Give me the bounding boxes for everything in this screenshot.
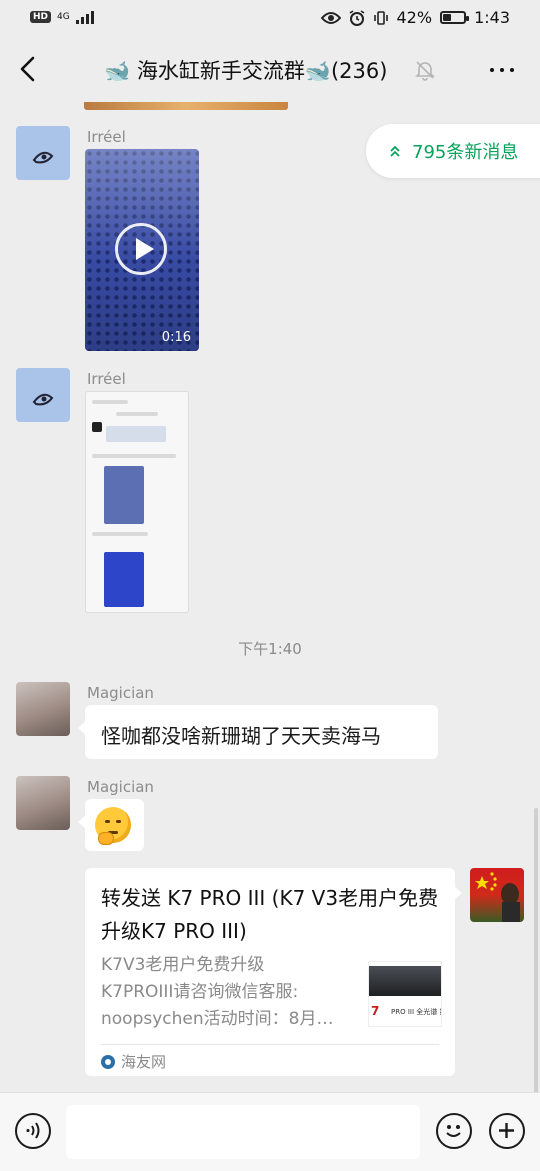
network-type: 4G bbox=[57, 11, 70, 22]
scrollbar[interactable] bbox=[534, 808, 538, 1093]
source-name: 海友网 bbox=[121, 1053, 167, 1071]
emoji-icon[interactable] bbox=[436, 1113, 472, 1149]
alarm-icon bbox=[349, 9, 364, 26]
voice-icon[interactable] bbox=[15, 1113, 51, 1149]
double-chevron-up-icon bbox=[390, 145, 400, 157]
flag-star-icon bbox=[475, 872, 520, 922]
sender-name: Magician bbox=[87, 684, 154, 702]
sender-name: Irréel bbox=[87, 370, 126, 388]
source-logo-icon bbox=[101, 1054, 115, 1069]
eye-icon bbox=[320, 11, 341, 24]
card-description: K7V3老用户免费升级 K7PROIII请咨询微信客服: noopsychen活… bbox=[101, 952, 353, 1033]
avatar-sketch-icon bbox=[32, 151, 54, 164]
back-chevron-icon[interactable] bbox=[14, 54, 44, 84]
thinking-face-emoji-icon bbox=[95, 807, 131, 845]
message-input[interactable] bbox=[66, 1105, 420, 1159]
timestamp: 下午1:40 bbox=[238, 640, 302, 658]
clock: 1:43 bbox=[474, 8, 510, 27]
input-bar bbox=[0, 1092, 540, 1171]
message-text: 怪咖都没啥新珊瑚了天天卖海马 bbox=[101, 724, 381, 748]
more-options-icon[interactable] bbox=[490, 68, 514, 72]
card-divider bbox=[101, 1044, 439, 1045]
previous-image-fragment[interactable] bbox=[84, 102, 288, 110]
chat-title: 🐋 海水缸新手交流群🐋(236) bbox=[104, 59, 388, 83]
sender-name: Irréel bbox=[87, 128, 126, 146]
thumb-brand: 7 bbox=[371, 1004, 380, 1018]
avatar-sketch-icon bbox=[32, 393, 54, 406]
card-desc-line: K7V3老用户免费升级 bbox=[101, 955, 265, 975]
new-messages-text: 795条新消息 bbox=[412, 142, 519, 163]
message-list[interactable]: Irréel 0:16 Irréel 下午1:40 Magician 怪咖都没啥… bbox=[0, 102, 540, 1092]
sender-name: Magician bbox=[87, 778, 154, 796]
avatar-irreel[interactable] bbox=[16, 126, 70, 180]
battery-percent: 42% bbox=[396, 8, 433, 27]
status-right: 42% 1:43 bbox=[320, 8, 510, 27]
card-desc-line: K7PROIII请咨询微信客服: bbox=[101, 982, 299, 1002]
thumb-line1: PRO III bbox=[391, 1008, 415, 1016]
bell-off-icon bbox=[415, 61, 435, 81]
battery-icon bbox=[440, 11, 470, 24]
vibrate-icon bbox=[373, 10, 388, 25]
play-icon[interactable] bbox=[115, 223, 167, 275]
status-left: HD 4G bbox=[30, 10, 94, 24]
thumb-caption: PRO III 全光谱 数据导入导出 bbox=[391, 1007, 441, 1017]
card-title: 转发送 K7 PRO III (K7 V3老用户免费升级K7 PRO III) bbox=[101, 886, 439, 943]
text-message[interactable]: 怪咖都没啥新珊瑚了天天卖海马 bbox=[78, 705, 438, 759]
avatar-self[interactable] bbox=[470, 868, 524, 922]
card-desc-line: noopsychen活动时间：8月… bbox=[101, 1009, 334, 1029]
plus-icon[interactable] bbox=[489, 1113, 525, 1149]
hd-badge: HD bbox=[30, 11, 52, 23]
card-thumbnail: 7 PRO III 全光谱 数据导入导出 bbox=[368, 961, 442, 1027]
video-duration: 0:16 bbox=[161, 330, 191, 345]
thumb-line2: 全光谱 数据导入导出 bbox=[416, 1008, 441, 1016]
signal-icon bbox=[75, 10, 94, 24]
chat-header: 🐋 海水缸新手交流群🐋(236) bbox=[0, 38, 540, 102]
avatar-irreel[interactable] bbox=[16, 368, 70, 422]
link-card-message[interactable]: 转发送 K7 PRO III (K7 V3老用户免费升级K7 PRO III) … bbox=[85, 868, 462, 1076]
emoji-message[interactable] bbox=[78, 799, 144, 851]
new-messages-badge[interactable]: 795条新消息 bbox=[366, 124, 540, 178]
status-bar: HD 4G 42% 1:43 bbox=[0, 0, 540, 38]
avatar-magician[interactable] bbox=[16, 776, 70, 830]
card-source: 海友网 bbox=[101, 1051, 166, 1072]
image-message[interactable] bbox=[85, 391, 189, 613]
avatar-magician[interactable] bbox=[16, 682, 70, 736]
video-message[interactable]: 0:16 bbox=[85, 149, 199, 351]
